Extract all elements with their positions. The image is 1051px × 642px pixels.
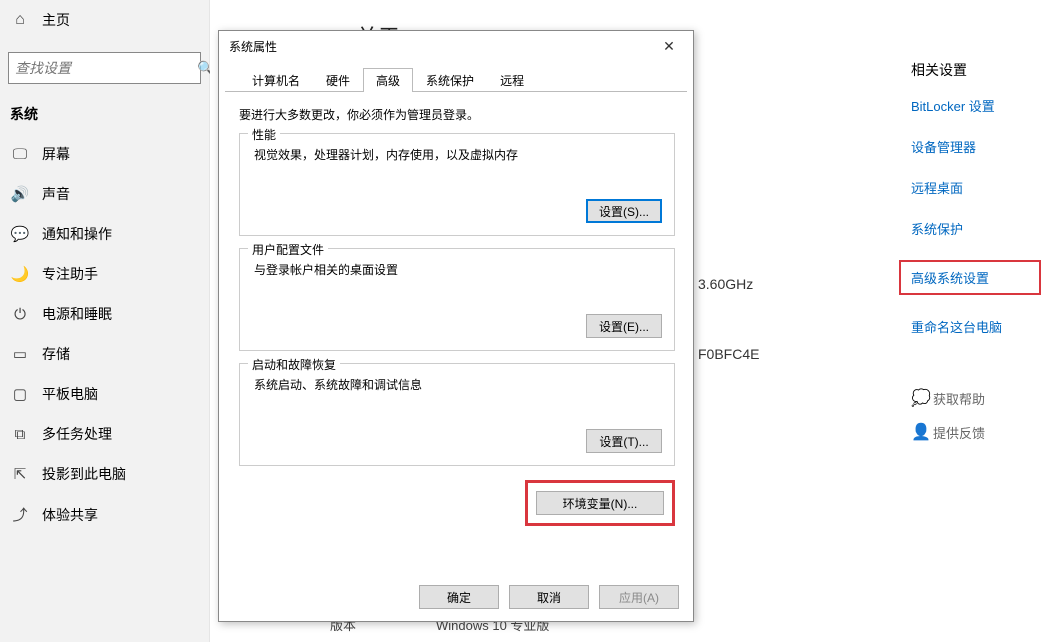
search-input-wrap[interactable]: 🔍 xyxy=(8,52,201,84)
sidebar-item-label: 电源和睡眠 xyxy=(42,304,112,324)
sidebar-item-label: 平板电脑 xyxy=(42,384,98,404)
sidebar-item-label: 体验共享 xyxy=(42,505,98,525)
help-icon: 💭 xyxy=(911,388,933,408)
group-performance-title: 性能 xyxy=(248,126,280,143)
tab-system-protection[interactable]: 系统保护 xyxy=(413,68,487,92)
startup-settings-button[interactable]: 设置(T)... xyxy=(586,429,662,453)
get-help[interactable]: 💭 获取帮助 xyxy=(911,388,1041,408)
help-label: 获取帮助 xyxy=(933,389,985,408)
userprofile-settings-button[interactable]: 设置(E)... xyxy=(586,314,662,338)
sidebar-item-power[interactable]: ⏻ 电源和睡眠 xyxy=(0,294,209,334)
home-icon: ⌂ xyxy=(10,11,30,29)
sidebar-item-label: 通知和操作 xyxy=(42,224,112,244)
group-performance: 性能 视觉效果，处理器计划，内存使用，以及虚拟内存 设置(S)... xyxy=(239,133,675,236)
envvar-highlight: 环境变量(N)... xyxy=(525,480,675,526)
group-startup-title: 启动和故障恢复 xyxy=(248,356,340,373)
sidebar-item-label: 专注助手 xyxy=(42,264,98,284)
sidebar-item-project[interactable]: ⇱ 投影到此电脑 xyxy=(0,454,209,494)
sidebar-item-multitask[interactable]: ⧉ 多任务处理 xyxy=(0,414,209,454)
sidebar-item-display[interactable]: 🖵 屏幕 xyxy=(0,134,209,174)
system-properties-dialog: 系统属性 ✕ 计算机名 硬件 高级 系统保护 远程 要进行大多数更改，你必须作为… xyxy=(218,30,694,622)
dialog-titlebar[interactable]: 系统属性 ✕ xyxy=(219,31,693,61)
environment-variables-button[interactable]: 环境变量(N)... xyxy=(536,491,664,515)
devid-fragment: F0BFC4E xyxy=(698,346,759,362)
group-performance-desc: 视觉效果，处理器计划，内存使用，以及虚拟内存 xyxy=(254,146,662,163)
tab-hardware[interactable]: 硬件 xyxy=(313,68,363,92)
search-input[interactable] xyxy=(15,60,197,76)
multitask-icon: ⧉ xyxy=(10,426,30,443)
sound-icon: 🔊 xyxy=(10,185,30,203)
tab-computer-name[interactable]: 计算机名 xyxy=(239,68,313,92)
close-button[interactable]: ✕ xyxy=(649,33,689,59)
sidebar-item-focus[interactable]: 🌙 专注助手 xyxy=(0,254,209,294)
link-remote-desktop[interactable]: 远程桌面 xyxy=(911,178,1041,197)
group-startup-recovery: 启动和故障恢复 系统启动、系统故障和调试信息 设置(T)... xyxy=(239,363,675,466)
dialog-footer: 确定 取消 应用(A) xyxy=(419,585,679,609)
home-nav[interactable]: ⌂ 主页 xyxy=(0,0,209,40)
sidebar-item-label: 多任务处理 xyxy=(42,424,112,444)
close-icon: ✕ xyxy=(663,38,675,55)
apply-button[interactable]: 应用(A) xyxy=(599,585,679,609)
focus-icon: 🌙 xyxy=(10,265,30,283)
intro-text: 要进行大多数更改，你必须作为管理员登录。 xyxy=(239,106,675,123)
sidebar-item-label: 屏幕 xyxy=(42,144,70,164)
related-settings: 相关设置 BitLocker 设置 设备管理器 远程桌面 系统保护 高级系统设置… xyxy=(901,60,1051,456)
dialog-body: 要进行大多数更改，你必须作为管理员登录。 性能 视觉效果，处理器计划，内存使用，… xyxy=(219,92,693,542)
group-user-profile: 用户配置文件 与登录帐户相关的桌面设置 设置(E)... xyxy=(239,248,675,351)
notify-icon: 💬 xyxy=(10,225,30,243)
sidebar-item-tablet[interactable]: ▢ 平板电脑 xyxy=(0,374,209,414)
cancel-button[interactable]: 取消 xyxy=(509,585,589,609)
feedback-icon: 👤 xyxy=(911,422,933,442)
link-device-manager[interactable]: 设备管理器 xyxy=(911,137,1041,156)
link-advanced-system-settings[interactable]: 高级系统设置 xyxy=(899,260,1041,295)
sidebar-item-storage[interactable]: ▭ 存储 xyxy=(0,334,209,374)
envvar-row: 环境变量(N)... xyxy=(239,480,675,526)
home-label: 主页 xyxy=(42,10,70,30)
ok-button[interactable]: 确定 xyxy=(419,585,499,609)
storage-icon: ▭ xyxy=(10,345,30,363)
sidebar-item-label: 存储 xyxy=(42,344,70,364)
link-bitlocker[interactable]: BitLocker 设置 xyxy=(911,96,1041,115)
sidebar-item-sound[interactable]: 🔊 声音 xyxy=(0,174,209,214)
performance-settings-button[interactable]: 设置(S)... xyxy=(586,199,662,223)
dialog-title: 系统属性 xyxy=(229,38,277,55)
share-icon: ⤴ xyxy=(10,504,30,525)
group-userprofile-desc: 与登录帐户相关的桌面设置 xyxy=(254,261,662,278)
cpu-fragment: 3.60GHz xyxy=(698,276,753,292)
tablet-icon: ▢ xyxy=(10,385,30,403)
group-userprofile-title: 用户配置文件 xyxy=(248,241,328,258)
sidebar-item-label: 声音 xyxy=(42,184,70,204)
tab-advanced[interactable]: 高级 xyxy=(363,68,413,92)
project-icon: ⇱ xyxy=(10,465,30,483)
give-feedback[interactable]: 👤 提供反馈 xyxy=(911,422,1041,442)
tab-row: 计算机名 硬件 高级 系统保护 远程 xyxy=(225,61,687,92)
sidebar-item-label: 投影到此电脑 xyxy=(42,464,126,484)
related-header: 相关设置 xyxy=(911,60,1041,80)
tab-remote[interactable]: 远程 xyxy=(487,68,537,92)
category-header: 系统 xyxy=(0,98,209,134)
group-startup-desc: 系统启动、系统故障和调试信息 xyxy=(254,376,662,393)
sidebar-item-share[interactable]: ⤴ 体验共享 xyxy=(0,494,209,535)
sidebar-item-notify[interactable]: 💬 通知和操作 xyxy=(0,214,209,254)
link-rename-pc[interactable]: 重命名这台电脑 xyxy=(911,317,1041,336)
power-icon: ⏻ xyxy=(10,306,30,323)
display-icon: 🖵 xyxy=(10,146,30,163)
feedback-label: 提供反馈 xyxy=(933,423,985,442)
settings-sidebar: ⌂ 主页 🔍 系统 🖵 屏幕 🔊 声音 💬 通知和操作 🌙 专注助手 ⏻ 电源和… xyxy=(0,0,210,642)
link-system-protection[interactable]: 系统保护 xyxy=(911,219,1041,238)
